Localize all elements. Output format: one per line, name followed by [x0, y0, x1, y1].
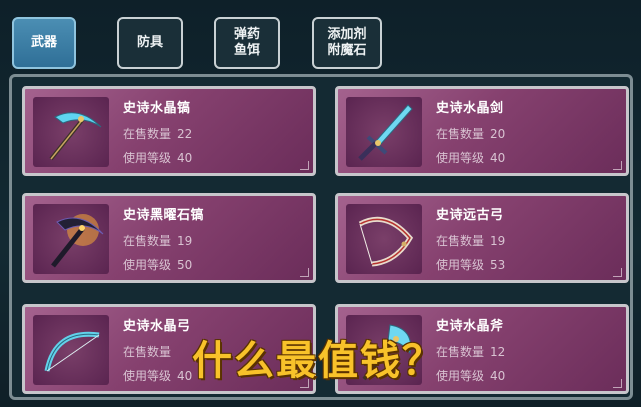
obsidian-pickaxe-icon: [33, 204, 109, 274]
level-label: 使用等级: [123, 258, 172, 272]
card-corner-mark: [613, 379, 622, 388]
level-row: 使用等级 53: [436, 256, 505, 273]
level-label: 使用等级: [436, 151, 485, 165]
shop-screen: 武器 防具 弹药 鱼饵 添加剂 附魔石 史诗水晶镐 在售数量 22 使用等级 40: [0, 0, 641, 407]
stock-label: 在售数量: [123, 345, 172, 359]
stock-row: 在售数量 12: [436, 343, 505, 360]
stock-value: 20: [490, 127, 506, 141]
level-row: 使用等级 40: [436, 367, 505, 384]
level-label: 使用等级: [123, 369, 172, 383]
level-value: 40: [490, 369, 506, 383]
level-value: 40: [490, 151, 506, 165]
level-value: 40: [177, 151, 193, 165]
card-corner-mark: [300, 161, 309, 170]
level-row: 使用等级 40: [436, 149, 505, 166]
ancient-bow-icon: [346, 204, 422, 274]
crystal-bow-icon: [33, 315, 109, 385]
tab-armor[interactable]: 防具: [117, 17, 183, 69]
level-row: 使用等级 50: [123, 256, 192, 273]
level-value: 53: [490, 258, 506, 272]
stock-value: 12: [490, 345, 506, 359]
stock-row: 在售数量 19: [436, 232, 505, 249]
level-row: 使用等级 40: [123, 367, 192, 384]
item-card-obsidian-pickaxe[interactable]: 史诗黑曜石镐 在售数量 19 使用等级 50: [22, 193, 316, 283]
stock-row: 在售数量: [123, 343, 177, 360]
item-card-crystal-sword[interactable]: 史诗水晶剑 在售数量 20 使用等级 40: [335, 86, 629, 176]
stock-label: 在售数量: [123, 127, 172, 141]
stock-row: 在售数量 19: [123, 232, 192, 249]
stock-row: 在售数量 22: [123, 125, 192, 142]
stock-value: 19: [177, 234, 193, 248]
item-name: 史诗水晶弓: [123, 319, 191, 334]
item-name: 史诗水晶镐: [123, 101, 191, 116]
crystal-pickaxe-icon: [33, 97, 109, 167]
item-name: 史诗水晶斧: [436, 319, 504, 334]
tab-ammo-bait[interactable]: 弹药 鱼饵: [214, 17, 280, 69]
stock-label: 在售数量: [436, 127, 485, 141]
stock-row: 在售数量 20: [436, 125, 505, 142]
item-name: 史诗黑曜石镐: [123, 208, 205, 223]
level-label: 使用等级: [436, 258, 485, 272]
card-corner-mark: [613, 161, 622, 170]
level-label: 使用等级: [123, 151, 172, 165]
overlay-caption: 什么最值钱？: [192, 338, 444, 384]
crystal-sword-icon: [346, 97, 422, 167]
stock-value: 19: [490, 234, 506, 248]
item-name: 史诗远古弓: [436, 208, 504, 223]
item-name: 史诗水晶剑: [436, 101, 504, 116]
level-value: 50: [177, 258, 193, 272]
stock-label: 在售数量: [436, 234, 485, 248]
item-card-crystal-pickaxe[interactable]: 史诗水晶镐 在售数量 22 使用等级 40: [22, 86, 316, 176]
card-corner-mark: [613, 268, 622, 277]
stock-label: 在售数量: [123, 234, 172, 248]
tab-additives-enchant[interactable]: 添加剂 附魔石: [312, 17, 382, 69]
stock-value: 22: [177, 127, 193, 141]
level-row: 使用等级 40: [123, 149, 192, 166]
item-card-ancient-bow[interactable]: 史诗远古弓 在售数量 19 使用等级 53: [335, 193, 629, 283]
level-value: 40: [177, 369, 193, 383]
tab-weapons[interactable]: 武器: [12, 17, 76, 69]
card-corner-mark: [300, 268, 309, 277]
